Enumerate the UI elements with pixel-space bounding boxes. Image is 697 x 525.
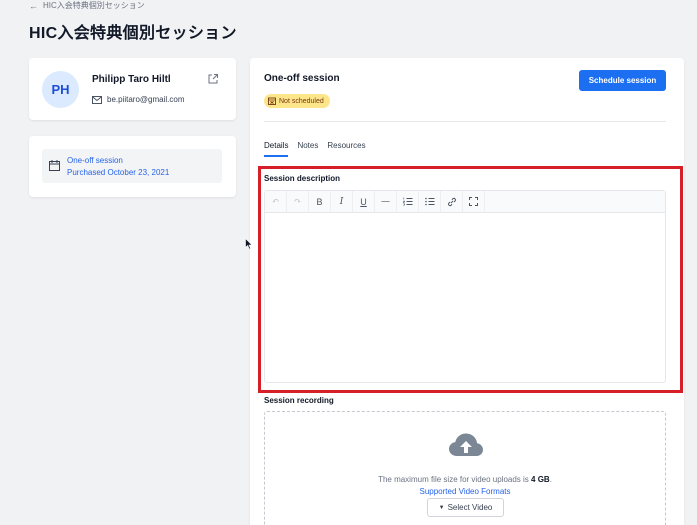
schedule-session-button[interactable]: Schedule session bbox=[579, 70, 666, 91]
user-name: Philipp Taro Hiltl bbox=[92, 74, 171, 85]
tab-resources[interactable]: Resources bbox=[327, 141, 365, 157]
mouse-cursor-icon bbox=[245, 238, 253, 250]
upload-limit-prefix: The maximum file size for video uploads … bbox=[378, 475, 532, 484]
external-link-icon[interactable] bbox=[207, 73, 219, 85]
breadcrumb-label: HIC入会特典個別セッション bbox=[43, 1, 145, 10]
calendar-icon bbox=[49, 160, 60, 171]
breadcrumb[interactable]: ← HIC入会特典個別セッション bbox=[29, 0, 145, 11]
calendar-x-icon bbox=[268, 97, 276, 105]
cloud-upload-icon bbox=[449, 433, 483, 456]
status-label: Not scheduled bbox=[279, 97, 324, 105]
user-email: be.piitaro@gmail.com bbox=[107, 95, 185, 104]
editor-toolbar: ↶ ↷ B I U — bbox=[265, 190, 665, 213]
session-card: One-off session Not scheduled Schedule s… bbox=[250, 58, 684, 525]
session-tabs: Details Notes Resources bbox=[264, 141, 366, 157]
redo-icon[interactable]: ↷ bbox=[287, 190, 309, 213]
bold-icon[interactable]: B bbox=[309, 190, 331, 213]
tab-details[interactable]: Details bbox=[264, 141, 289, 157]
video-dropzone[interactable]: The maximum file size for video uploads … bbox=[264, 411, 666, 525]
upload-limit-value: 4 GB bbox=[531, 475, 550, 484]
page-title: HIC入会特典個別セッション bbox=[29, 25, 237, 42]
description-label: Session description bbox=[264, 174, 341, 183]
mail-icon bbox=[92, 95, 102, 104]
select-video-label: Select Video bbox=[447, 503, 493, 512]
fullscreen-icon[interactable] bbox=[463, 190, 485, 213]
avatar: PH bbox=[42, 71, 79, 108]
upload-limit-suffix: . bbox=[549, 475, 552, 484]
select-video-button[interactable]: ▼ Select Video bbox=[427, 498, 504, 517]
description-textarea[interactable] bbox=[265, 213, 665, 383]
purchase-title: One-off session bbox=[67, 156, 123, 165]
tab-notes[interactable]: Notes bbox=[297, 141, 318, 157]
caret-down-icon: ▼ bbox=[438, 504, 445, 511]
back-arrow-icon: ← bbox=[29, 0, 38, 11]
purchase-item[interactable]: One-off session Purchased October 23, 20… bbox=[42, 149, 222, 183]
supported-formats-link[interactable]: Supported Video Formats bbox=[265, 487, 665, 496]
underline-icon[interactable]: U bbox=[353, 190, 375, 213]
ordered-list-icon[interactable] bbox=[397, 190, 419, 213]
purchase-date: Purchased October 23, 2021 bbox=[67, 168, 170, 177]
horizontal-rule-icon[interactable]: — bbox=[375, 190, 397, 213]
bullet-list-icon[interactable] bbox=[419, 190, 441, 213]
status-badge: Not scheduled bbox=[264, 94, 330, 108]
link-icon[interactable] bbox=[441, 190, 463, 213]
italic-icon[interactable]: I bbox=[331, 190, 353, 213]
user-card: PH Philipp Taro Hiltl be.piitaro@gmail.c… bbox=[29, 58, 236, 120]
upload-limit-text: The maximum file size for video uploads … bbox=[265, 475, 665, 484]
undo-icon[interactable]: ↶ bbox=[265, 190, 287, 213]
description-editor: ↶ ↷ B I U — bbox=[264, 190, 666, 383]
session-title: One-off session bbox=[264, 73, 340, 84]
purchase-card: One-off session Purchased October 23, 20… bbox=[29, 136, 236, 197]
email-row: be.piitaro@gmail.com bbox=[92, 95, 184, 104]
divider bbox=[264, 121, 666, 122]
recording-label: Session recording bbox=[264, 396, 334, 405]
